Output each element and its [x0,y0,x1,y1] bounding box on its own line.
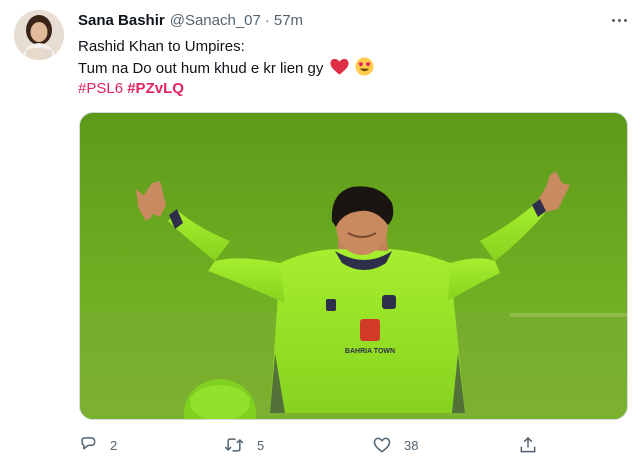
author-name[interactable]: Sana Bashir [78,12,165,29]
tweet-media-image[interactable]: BAHRIA TOWN [79,112,628,420]
tweet-header: Sana Bashir @Sanach_07 · 57m [78,12,303,32]
retweet-button[interactable]: 5 [223,432,264,458]
jersey-sponsor-text: BAHRIA TOWN [345,348,395,355]
reply-bubble-icon [78,435,98,455]
tweet-text-line-2: Tum na Do out hum khud e kr lien gy [78,60,324,77]
author-handle[interactable]: @Sanach_07 [170,12,261,29]
tweet-text: Rashid Khan to Umpires: Tum na Do out hu… [78,36,618,99]
like-count: 38 [404,437,419,453]
hashtag-psl6[interactable]: #PSL6 [78,80,123,97]
hashtag-pzvlq[interactable]: #PZvLQ [127,80,184,97]
tweet-text-line-2-wrap: Tum na Do out hum khud e kr lien gy [78,57,618,78]
share-button[interactable] [518,432,538,458]
reply-button[interactable]: 2 [78,432,117,458]
red-heart-emoji [330,58,349,82]
more-dots-icon[interactable] [608,12,630,28]
heart-outline-icon [372,435,392,455]
tweet-card[interactable]: Sana Bashir @Sanach_07 · 57m Rashid Khan… [0,0,640,468]
retweet-count: 5 [257,437,265,453]
tweet-actions: 2 5 38 [78,432,558,458]
like-button[interactable]: 38 [372,432,418,458]
share-upload-icon [518,435,538,455]
avatar[interactable] [14,10,64,60]
retweet-arrows-icon [223,435,245,455]
timestamp[interactable]: 57m [274,12,303,29]
separator-dot: · [264,12,270,29]
reply-count: 2 [110,437,118,453]
heart-eyes-emoji [355,57,374,82]
tweet-text-line-1: Rashid Khan to Umpires: [78,38,245,55]
